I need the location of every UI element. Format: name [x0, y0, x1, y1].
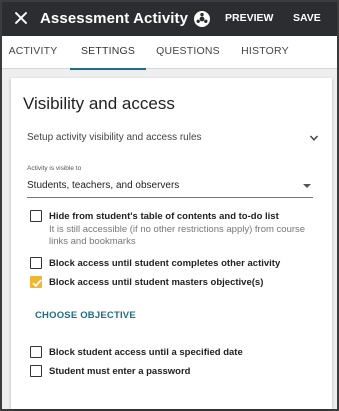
hide-from-toc-note: It is still accessible (if no other rest… [49, 224, 306, 247]
password-label[interactable]: Student must enter a password [49, 366, 190, 377]
close-icon[interactable] [12, 9, 30, 27]
visibility-card: Visibility and access Setup activity vis… [11, 78, 332, 409]
block-until-complete-checkbox[interactable] [30, 257, 42, 269]
preview-button[interactable]: PREVIEW [225, 12, 273, 24]
rules-label: Setup activity visibility and access rul… [27, 132, 202, 143]
tab-settings[interactable]: SETTINGS [70, 36, 146, 70]
top-app-bar: Assessment Activity PREVIEW SAVE [2, 2, 337, 36]
block-until-mastery-checkbox[interactable] [30, 276, 42, 288]
block-until-date-checkbox[interactable] [30, 346, 42, 358]
chevron-down-icon [309, 135, 319, 141]
hide-from-toc-label[interactable]: Hide from student's table of contents an… [49, 211, 279, 222]
visibility-label: Activity is visible to [27, 165, 82, 172]
checkmark-icon [32, 279, 42, 288]
tab-activity[interactable]: ACTIVITY [2, 36, 64, 69]
block-until-complete-label[interactable]: Block access until student completes oth… [49, 258, 280, 269]
window-frame: Assessment Activity PREVIEW SAVE ACTIVIT… [0, 0, 339, 411]
page-title: Assessment Activity [40, 10, 189, 27]
gear-icon[interactable] [193, 10, 211, 28]
dropdown-caret-icon [303, 184, 311, 188]
tab-bar: ACTIVITY SETTINGS QUESTIONS HISTORY [2, 36, 337, 70]
visibility-value: Students, teachers, and observers [27, 180, 180, 191]
tab-questions[interactable]: QUESTIONS [150, 36, 226, 69]
rules-expander[interactable]: Setup activity visibility and access rul… [27, 130, 319, 148]
choose-objective-button[interactable]: CHOOSE OBJECTIVE [35, 310, 136, 321]
block-until-date-label[interactable]: Block student access until a specified d… [49, 347, 243, 358]
password-checkbox[interactable] [30, 365, 42, 377]
block-until-mastery-label[interactable]: Block access until student masters objec… [49, 277, 263, 288]
section-title: Visibility and access [23, 94, 175, 113]
tab-history[interactable]: HISTORY [230, 36, 300, 69]
hide-from-toc-checkbox[interactable] [30, 210, 42, 222]
visibility-select[interactable]: Students, teachers, and observers [27, 176, 313, 198]
save-button[interactable]: SAVE [293, 12, 321, 24]
